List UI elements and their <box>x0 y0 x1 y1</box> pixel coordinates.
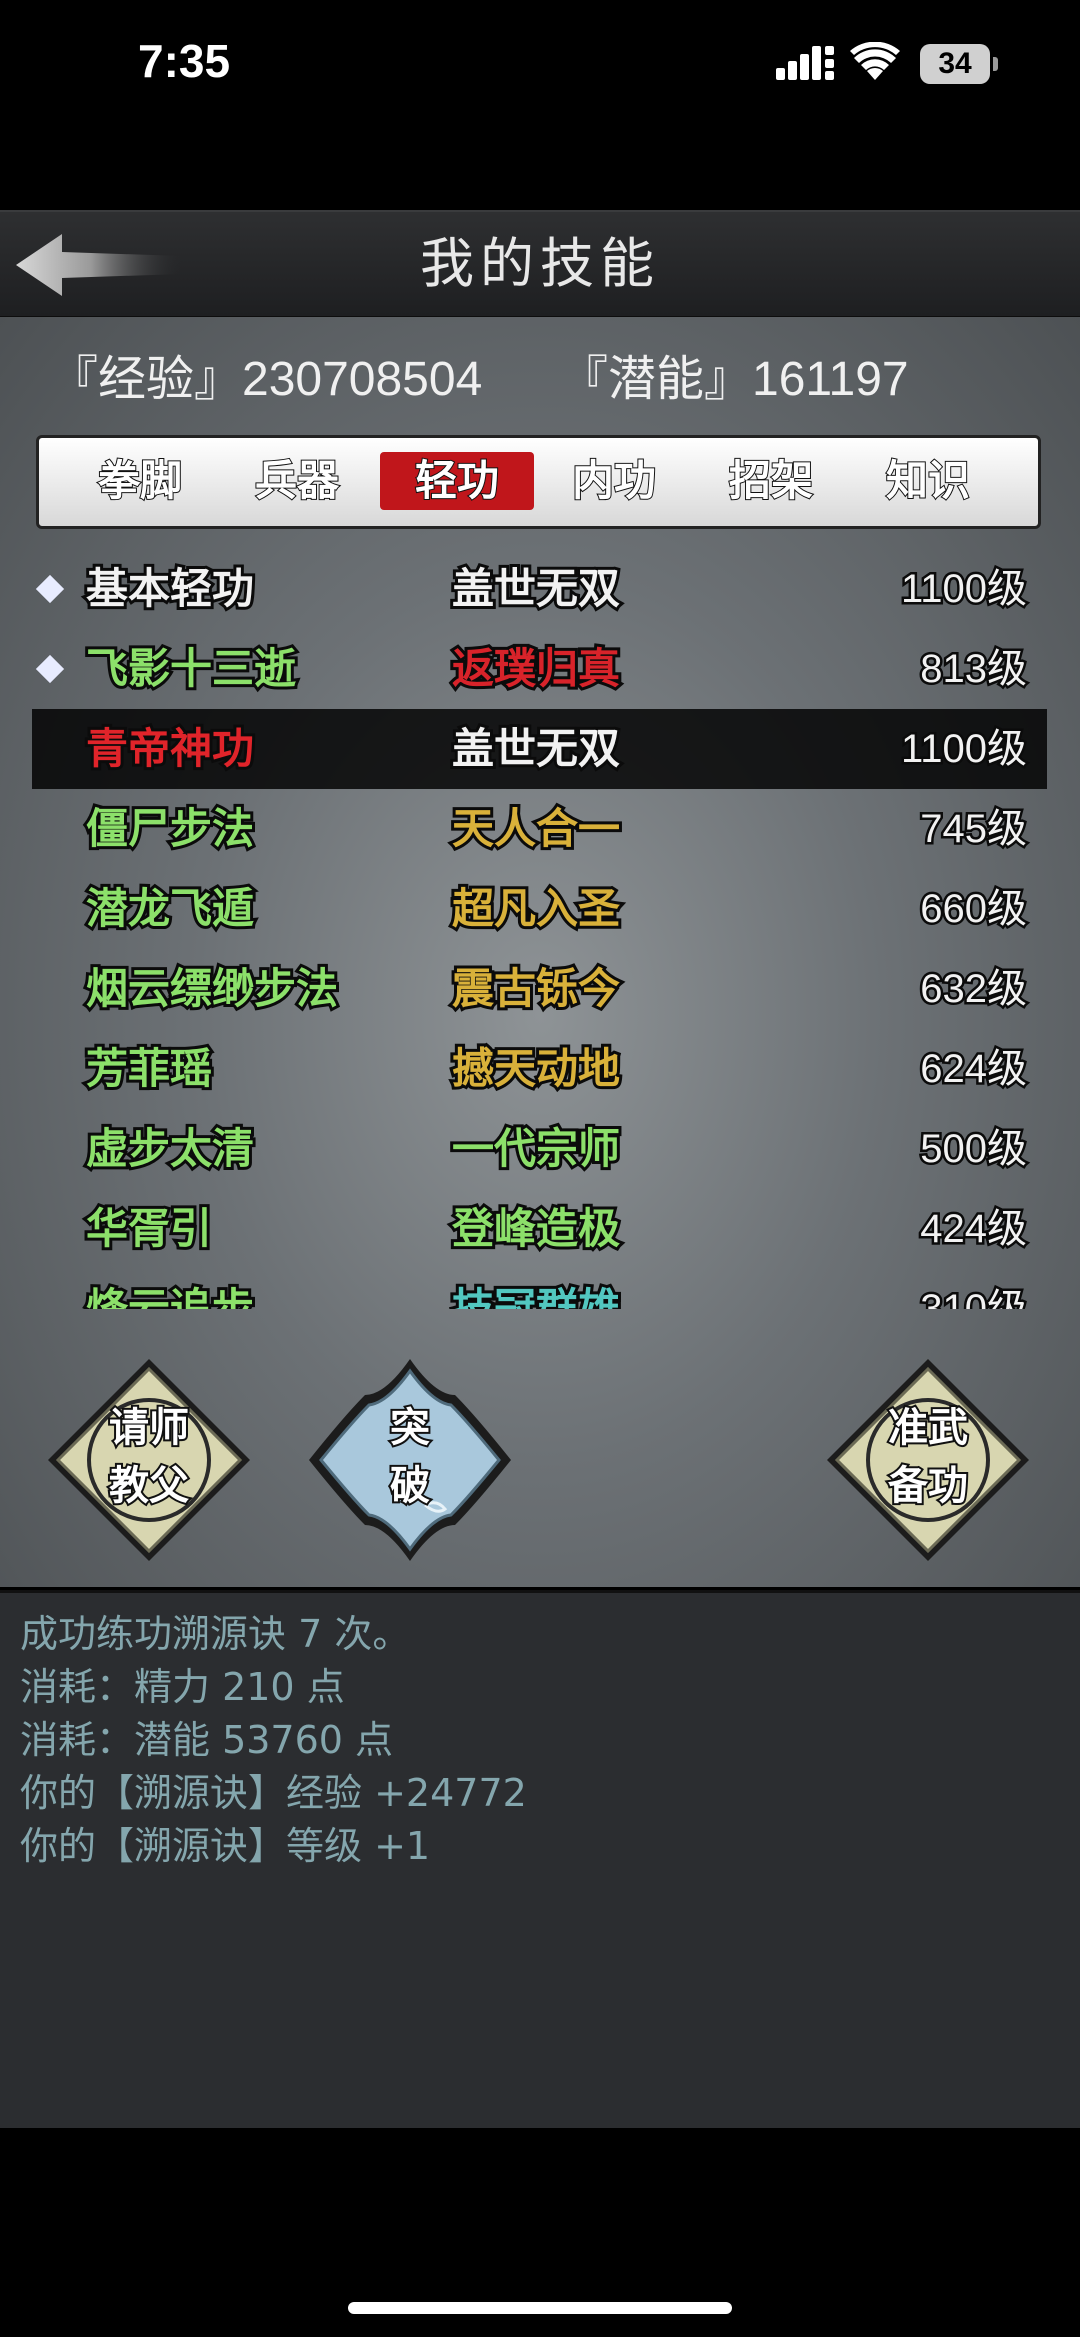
skill-row[interactable]: 烽云追步 技冠群雄 310级 <box>32 1269 1047 1309</box>
log-line: 你的【溯源诀】经验 +24772 <box>20 1771 527 1815</box>
battery-level: 34 <box>938 47 972 80</box>
potential-stat: 『潜能』161197 <box>560 353 909 406</box>
skill-name: 青帝神功 <box>83 721 257 776</box>
tab-neigong[interactable]: 内功 <box>537 452 691 510</box>
skill-row[interactable]: 华胥引 登峰造极 424级 <box>32 1189 1047 1269</box>
breakthrough-line2: 破 <box>388 1461 432 1511</box>
skill-name: 僵尸步法 <box>83 801 257 856</box>
status-time: 7:35 <box>138 35 231 87</box>
prepare-skill-label: 准武 备功 <box>823 1399 1033 1515</box>
skill-level: 632级 <box>918 965 1030 1014</box>
wifi-icon <box>850 42 900 80</box>
cellular-signal-icon <box>776 46 834 80</box>
skill-rank: 震古铄今 <box>449 961 623 1016</box>
breakthrough-line1: 突 <box>388 1403 432 1453</box>
tab-weapon[interactable]: 兵器 <box>220 452 374 510</box>
skill-rank: 撼天动地 <box>449 1041 623 1096</box>
skill-name: 烟云缥缈步法 <box>83 961 341 1016</box>
skills-panel: 『经验』230708504 『潜能』161197 拳脚 兵器 轻功 内功 招架 … <box>0 317 1080 1587</box>
screen: 7:35 34 我的技能 『经验』230708504 『潜能』161197 拳脚… <box>0 0 1080 2337</box>
tab-fist[interactable]: 拳脚 <box>63 452 217 510</box>
stats-row: 『经验』230708504 『潜能』161197 <box>0 317 1080 423</box>
status-bar: 7:35 34 <box>0 0 1080 130</box>
skill-row[interactable]: 虚步太清 一代宗师 500级 <box>32 1109 1047 1189</box>
skill-level: 1100级 <box>898 725 1029 774</box>
skill-level: 660级 <box>918 885 1030 934</box>
battery-icon: 34 <box>920 44 1000 84</box>
skill-rank: 一代宗师 <box>449 1121 623 1176</box>
skill-name: 飞影十三逝 <box>83 641 299 696</box>
title-bar: 我的技能 <box>0 210 1080 319</box>
message-log: 成功练功溯源诀 7 次。 消耗：精力 210 点 消耗：潜能 53760 点 你… <box>0 1590 1080 2128</box>
skill-row[interactable]: 潜龙飞遁 超凡入圣 660级 <box>32 869 1047 949</box>
breakthrough-button[interactable]: 突 破 <box>305 1355 515 1565</box>
skill-rank: 超凡入圣 <box>449 881 623 936</box>
equipped-marker-icon <box>35 654 65 684</box>
log-line: 消耗：精力 210 点 <box>20 1665 345 1709</box>
skill-level: 624级 <box>918 1045 1030 1094</box>
page-title: 我的技能 <box>420 232 660 295</box>
skill-row[interactable]: 烟云缥缈步法 震古铄今 632级 <box>32 949 1047 1029</box>
breakthrough-label: 突 破 <box>305 1399 515 1515</box>
skill-rank: 返璞归真 <box>449 641 623 696</box>
prepare-skill-line1: 准武 <box>886 1403 970 1453</box>
home-indicator[interactable] <box>348 2302 732 2314</box>
skill-rank: 技冠群雄 <box>449 1281 623 1309</box>
log-line: 消耗：潜能 53760 点 <box>20 1718 394 1762</box>
log-line: 你的【溯源诀】等级 +1 <box>20 1824 431 1868</box>
skill-name: 基本轻功 <box>83 561 257 616</box>
seek-master-button[interactable]: 请师 教父 <box>44 1355 254 1565</box>
skill-name: 烽云追步 <box>83 1281 257 1309</box>
seek-master-line1: 请师 <box>107 1403 191 1453</box>
skill-rank: 登峰造极 <box>449 1201 623 1256</box>
skill-level: 424级 <box>918 1205 1030 1254</box>
skill-name: 潜龙飞遁 <box>83 881 257 936</box>
skill-row[interactable]: 飞影十三逝 返璞归真 813级 <box>32 629 1047 709</box>
skill-level: 1100级 <box>898 565 1029 614</box>
prepare-skill-line2: 备功 <box>886 1461 970 1511</box>
log-line: 成功练功溯源诀 7 次。 <box>20 1612 411 1656</box>
skill-level: 745级 <box>918 805 1030 854</box>
skill-row-selected[interactable]: 青帝神功 盖世无双 1100级 <box>32 709 1047 789</box>
tab-knowledge[interactable]: 知识 <box>851 452 1005 510</box>
battery-tip <box>993 57 998 71</box>
skill-row[interactable]: 僵尸步法 天人合一 745级 <box>32 789 1047 869</box>
skill-rank: 盖世无双 <box>449 721 623 776</box>
skill-category-tabs: 拳脚 兵器 轻功 内功 招架 知识 <box>36 435 1041 529</box>
skill-rank: 天人合一 <box>449 801 623 856</box>
skill-name: 华胥引 <box>83 1201 215 1256</box>
skill-row[interactable]: 芳菲瑶 撼天动地 624级 <box>32 1029 1047 1109</box>
skill-level: 813级 <box>918 645 1030 694</box>
tab-qinggong[interactable]: 轻功 <box>380 452 534 510</box>
equipped-marker-icon <box>35 574 65 604</box>
skill-level: 500级 <box>918 1125 1030 1174</box>
experience-stat: 『经验』230708504 <box>50 353 483 406</box>
seek-master-line2: 教父 <box>107 1461 191 1511</box>
skill-list: 基本轻功 盖世无双 1100级 飞影十三逝 返璞归真 813级 青帝神功 盖世无… <box>32 549 1047 1309</box>
prepare-skill-button[interactable]: 准武 备功 <box>823 1355 1033 1565</box>
skill-row[interactable]: 基本轻功 盖世无双 1100级 <box>32 549 1047 629</box>
skill-name: 芳菲瑶 <box>83 1041 215 1096</box>
skill-rank: 盖世无双 <box>449 561 623 616</box>
tab-parry[interactable]: 招架 <box>694 452 848 510</box>
skill-level: 310级 <box>918 1285 1030 1310</box>
seek-master-label: 请师 教父 <box>44 1399 254 1515</box>
skill-name: 虚步太清 <box>83 1121 257 1176</box>
